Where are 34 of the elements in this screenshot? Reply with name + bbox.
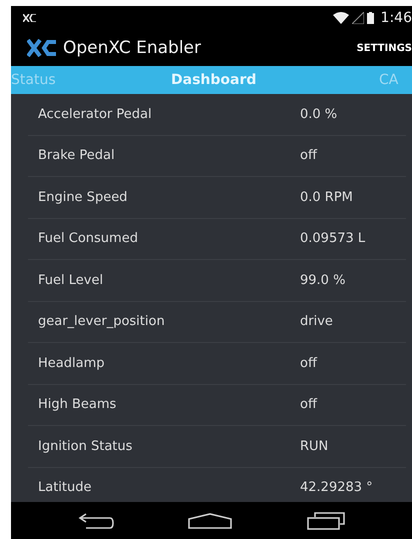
app-logo-icon (27, 39, 57, 57)
back-icon[interactable] (78, 512, 114, 528)
measurement-value: RUN (300, 438, 328, 454)
measurement-name: gear_lever_position (37, 314, 166, 330)
measurement-name: Ignition Status (37, 438, 134, 454)
home-icon[interactable] (188, 512, 232, 528)
tab[interactable]: Dashboard (171, 66, 256, 94)
app-title: OpenXC Enabler (63, 38, 201, 58)
tab[interactable]: CA (379, 66, 398, 94)
measurement-value: 0.0 % (300, 106, 338, 122)
measurement-value: 42.29283 ° (300, 480, 373, 496)
settings-button[interactable]: SETTINGS (356, 42, 412, 54)
tab[interactable]: Status (11, 66, 56, 94)
wifi-icon (332, 12, 349, 24)
measurement-value: off (300, 397, 317, 412)
measurement-name: Headlamp (37, 356, 106, 371)
measurement-name: High Beams (37, 397, 118, 412)
measurement-name: Fuel Consumed (37, 231, 139, 246)
measurement-name: Engine Speed (37, 190, 128, 205)
clock-text: 1:46 (380, 10, 412, 26)
measurement-name: Brake Pedal (37, 148, 116, 164)
measurement-name: Latitude (37, 480, 93, 496)
measurement-value: 0.0 RPM (300, 190, 353, 205)
signal-icon (352, 12, 364, 24)
battery-icon (366, 12, 374, 24)
measurement-value: drive (300, 314, 333, 330)
recent-apps-icon[interactable] (306, 512, 345, 530)
measurement-value: off (300, 356, 317, 371)
measurement-value: 99.0 % (300, 272, 346, 288)
measurement-name: Accelerator Pedal (37, 106, 153, 122)
measurement-name: Fuel Level (37, 272, 104, 288)
measurement-value: 0.09573 L (300, 231, 366, 246)
app-logo-icon (23, 14, 37, 22)
measurement-value: off (300, 148, 317, 164)
